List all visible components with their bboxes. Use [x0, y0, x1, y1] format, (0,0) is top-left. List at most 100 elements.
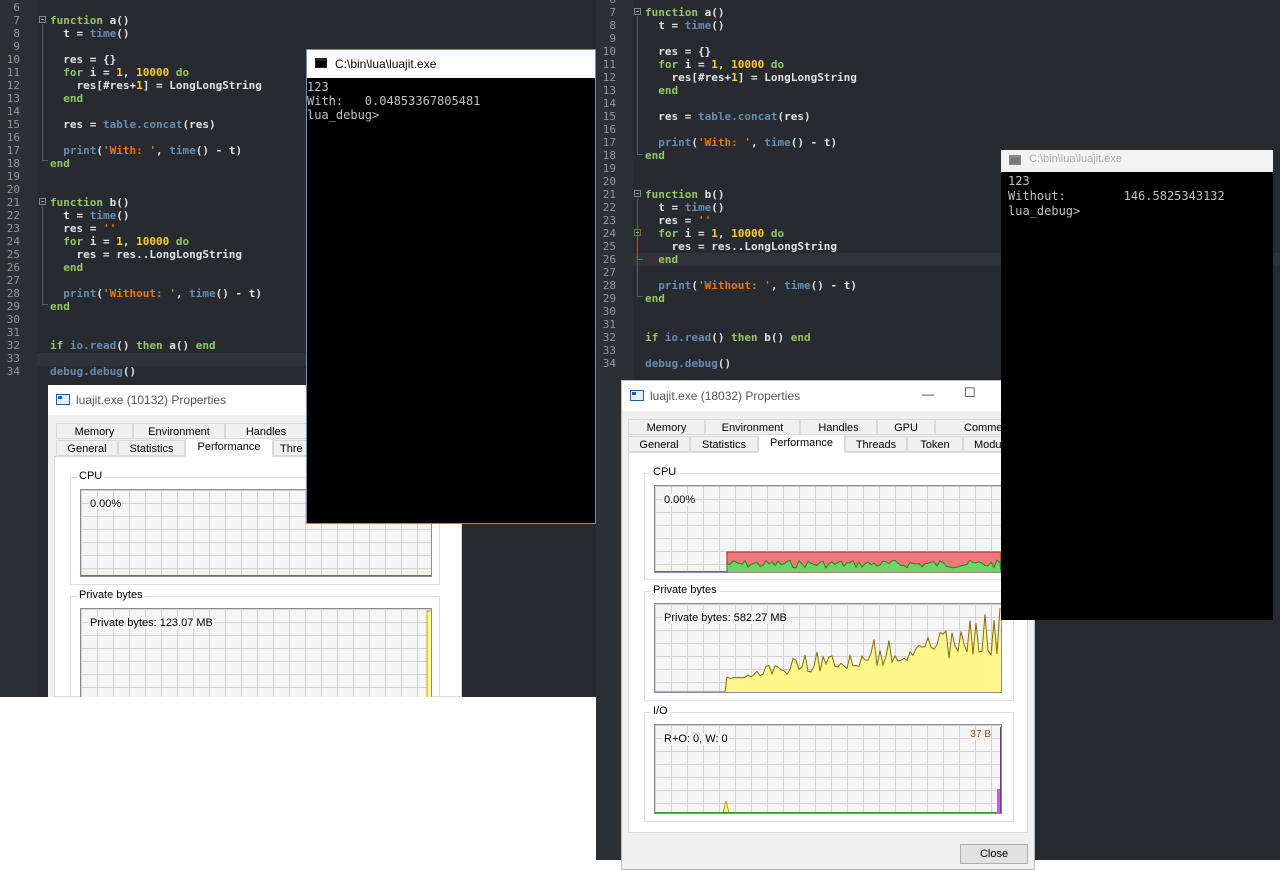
tab-performance[interactable]: Performance	[185, 438, 273, 457]
code-line[interactable]: t = time()	[645, 201, 724, 214]
line-number: 18	[6, 157, 20, 170]
code-line[interactable]: print('With: ', time() - t)	[50, 144, 242, 157]
code-line[interactable]: end	[645, 292, 665, 305]
line-number: 19	[602, 162, 616, 175]
private-bytes-group-label: Private bytes	[651, 584, 719, 596]
private-bytes-graph: Private bytes: 123.07 MB	[80, 608, 432, 697]
code-line[interactable]: res = res..LongLongString	[50, 248, 242, 261]
cpu-graph: 0.00%	[654, 485, 1002, 573]
tab-general[interactable]: General	[56, 440, 118, 456]
tab-statistics[interactable]: Statistics	[118, 440, 185, 456]
line-number: 22	[602, 201, 616, 214]
tab-environment[interactable]: Environment	[133, 423, 225, 439]
left-console-window[interactable]: C:\bin\lua\luajit.exe 123 With: 0.048533…	[306, 49, 596, 524]
cpu-group: CPU 0.00%	[644, 466, 1014, 580]
right-console-window[interactable]: C:\bin\lua\luajit.exe 123 Without: 146.5…	[1001, 150, 1273, 620]
line-number: 11	[6, 66, 20, 79]
line-number: 32	[602, 331, 616, 344]
code-line[interactable]: debug.debug()	[50, 365, 136, 378]
line-number: 27	[6, 274, 20, 287]
fold-toggle-icon[interactable]	[634, 8, 641, 15]
code-line[interactable]: if io.read() then b() end	[645, 331, 811, 344]
tab-handles[interactable]: Handles	[225, 423, 307, 439]
code-line[interactable]: res = {}	[645, 45, 711, 58]
tab-threads[interactable]: Threads	[845, 436, 907, 452]
private-bytes-group: Private bytes Private bytes: 123.07 MB	[70, 589, 440, 697]
code-line[interactable]: t = time()	[50, 27, 129, 40]
line-number: 23	[602, 214, 616, 227]
code-line[interactable]: end	[645, 253, 678, 266]
line-number: 28	[602, 279, 616, 292]
right-properties-titlebar[interactable]: luajit.exe (18032) Properties — ☐	[622, 381, 1034, 411]
code-line[interactable]: res = table.concat(res)	[50, 118, 215, 131]
line-number: 24	[602, 227, 616, 240]
line-number: 30	[6, 313, 20, 326]
code-line[interactable]: function b()	[50, 196, 129, 209]
fold-toggle-icon[interactable]	[39, 198, 46, 205]
io-group-label: I/O	[651, 705, 670, 717]
private-bytes-group-label: Private bytes	[77, 589, 145, 601]
code-line[interactable]: if io.read() then a() end	[50, 339, 216, 352]
code-line[interactable]: end	[50, 300, 70, 313]
code-line[interactable]: res = ''	[645, 214, 711, 227]
code-line[interactable]: res = {}	[50, 53, 116, 66]
code-line[interactable]: res = res..LongLongString	[645, 240, 837, 253]
code-line[interactable]: function b()	[645, 188, 724, 201]
code-line[interactable]: res = ''	[50, 222, 116, 235]
code-line[interactable]: res[#res+1] = LongLongString	[50, 79, 261, 92]
code-line[interactable]: t = time()	[50, 209, 129, 222]
tab-memory[interactable]: Memory	[628, 419, 705, 435]
code-line[interactable]: end	[50, 261, 83, 274]
code-line[interactable]: end	[645, 84, 678, 97]
code-line[interactable]: print('Without: ', time() - t)	[50, 287, 262, 300]
left-properties-title: luajit.exe (10132) Properties	[76, 393, 227, 407]
maximize-icon[interactable]: ☐	[964, 385, 976, 401]
code-line[interactable]: debug.debug()	[645, 357, 731, 370]
tab-general[interactable]: General	[628, 436, 690, 452]
line-number: 20	[6, 183, 20, 196]
code-line[interactable]: for i = 1, 10000 do	[645, 58, 784, 71]
minimize-icon[interactable]: —	[922, 387, 934, 401]
code-line[interactable]: end	[50, 157, 70, 170]
private-bytes-graph: Private bytes: 582.27 MB	[654, 603, 1002, 693]
code-line[interactable]: function a()	[645, 6, 724, 19]
line-number: 20	[602, 175, 616, 188]
code-line[interactable]: for i = 1, 10000 do	[50, 235, 189, 248]
code-line[interactable]: print('Without: ', time() - t)	[645, 279, 857, 292]
tab-memory[interactable]: Memory	[56, 423, 133, 439]
code-line[interactable]: end	[645, 149, 665, 162]
line-number: 18	[602, 149, 616, 162]
code-line[interactable]: for i = 1, 10000 do	[645, 227, 784, 240]
fold-guide-end	[637, 296, 643, 297]
io-small-spike	[722, 800, 730, 813]
right-console-titlebar[interactable]: C:\bin\lua\luajit.exe	[1001, 150, 1273, 172]
line-number: 31	[602, 318, 616, 331]
fold-toggle-icon-active[interactable]	[634, 229, 641, 236]
code-line[interactable]: res[#res+1] = LongLongString	[645, 71, 856, 84]
line-number: 28	[6, 287, 20, 300]
tab-performance[interactable]: Performance	[758, 434, 845, 453]
tab-environment[interactable]: Environment	[705, 419, 800, 435]
tab-handles[interactable]: Handles	[800, 419, 877, 435]
private-bytes-bar	[426, 610, 431, 697]
line-number: 12	[602, 71, 616, 84]
line-number: 13	[602, 84, 616, 97]
code-line[interactable]: res = table.concat(res)	[645, 110, 810, 123]
close-button[interactable]: Close	[960, 844, 1028, 864]
code-line[interactable]: end	[50, 92, 83, 105]
console-line: With: 0.04853367805481	[307, 94, 481, 108]
fold-guide-end	[42, 160, 48, 161]
code-line[interactable]: for i = 1, 10000 do	[50, 66, 189, 79]
right-properties-dialog[interactable]: luajit.exe (18032) Properties — ☐ Memory…	[621, 380, 1035, 870]
fold-toggle-icon[interactable]	[39, 16, 46, 23]
tab-gpu[interactable]: GPU	[877, 419, 935, 435]
code-line[interactable]: function a()	[50, 14, 129, 27]
fold-toggle-icon[interactable]	[634, 190, 641, 197]
tab-statistics[interactable]: Statistics	[690, 436, 758, 452]
code-line[interactable]: print('With: ', time() - t)	[645, 136, 837, 149]
left-console-titlebar[interactable]: C:\bin\lua\luajit.exe	[307, 50, 595, 78]
console-line: lua_debug>	[1008, 204, 1081, 218]
tab-token[interactable]: Token	[907, 436, 963, 452]
code-line[interactable]: t = time()	[645, 19, 724, 32]
line-number: 16	[602, 123, 616, 136]
